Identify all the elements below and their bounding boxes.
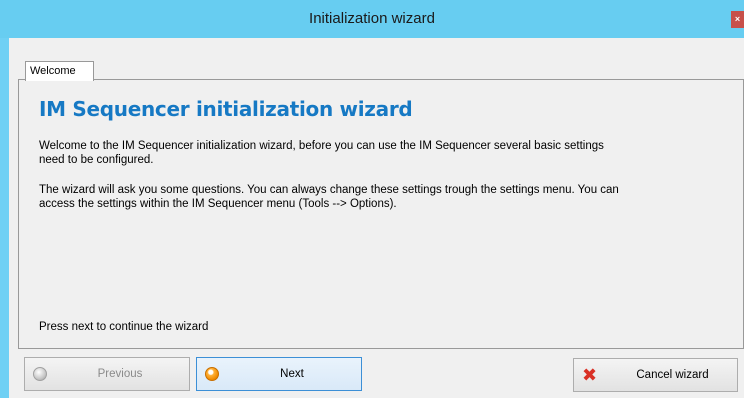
- next-button[interactable]: Next: [196, 357, 362, 391]
- tab-welcome[interactable]: Welcome: [25, 61, 94, 81]
- instruction-text: Press next to continue the wizard: [39, 321, 209, 333]
- window-title: Initialization wizard: [309, 10, 435, 27]
- intro-paragraph: Welcome to the IM Sequencer initializati…: [39, 140, 604, 166]
- next-button-label: Next: [280, 368, 304, 380]
- cancel-button-label: Cancel wizard: [636, 369, 709, 381]
- cancel-wizard-button[interactable]: ✖ Cancel wizard: [573, 358, 738, 392]
- page-title: IM Sequencer initialization wizard: [39, 97, 413, 121]
- circle-orange-icon: [205, 367, 219, 381]
- info-paragraph: The wizard will ask you some questions. …: [39, 184, 619, 210]
- close-button[interactable]: ×: [731, 11, 744, 28]
- previous-button[interactable]: Previous: [24, 357, 190, 391]
- red-x-icon: ✖: [582, 365, 598, 385]
- title-bar[interactable]: Initialization wizard ×: [0, 0, 744, 38]
- circle-grey-icon: [33, 367, 47, 381]
- previous-button-label: Previous: [97, 368, 143, 380]
